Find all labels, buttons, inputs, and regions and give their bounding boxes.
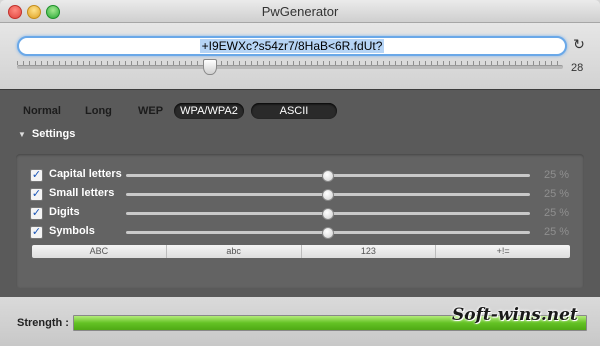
tab-wep[interactable]: WEP [138,103,163,119]
length-slider[interactable] [17,59,563,75]
title-bar: PwGenerator [0,0,600,23]
strength-area: Strength : Soft-wins.net [0,297,600,346]
digits-slider[interactable] [126,208,530,220]
capital-letters-slider[interactable] [126,170,530,182]
char-set-strip: ABC abc 123 +!= [32,245,570,258]
setting-label: Capital letters [49,168,122,180]
tab-ascii[interactable]: ASCII [251,103,337,119]
disclosure-triangle-icon: ▼ [18,130,26,139]
generator-area: +I9EWXc?s54zr7/8HaB<6R.fdUt? ↻ 28 [0,23,600,89]
length-slider-thumb[interactable] [203,59,218,75]
length-value: 28 [571,62,584,74]
settings-disclosure[interactable]: ▼ Settings [18,128,75,140]
symbols-checkbox[interactable]: ✓ [30,226,43,239]
strength-label: Strength : [17,317,69,329]
setting-percent: 25 % [544,188,570,200]
window-title: PwGenerator [261,4,339,19]
setting-row-capital: ✓ Capital letters 25 % [30,167,578,183]
setting-percent: 25 % [544,169,570,181]
watermark: Soft-wins.net [452,305,578,325]
small-letters-slider[interactable] [126,189,530,201]
settings-box: ✓ Capital letters 25 % ✓ Small letters 2… [16,154,584,288]
char-set-uppercase[interactable]: ABC [32,245,166,258]
char-set-digits[interactable]: 123 [300,245,436,258]
slider-thumb[interactable] [322,227,334,239]
slider-thumb[interactable] [322,189,334,201]
digits-checkbox[interactable]: ✓ [30,207,43,220]
setting-row-digits: ✓ Digits 25 % [30,205,578,221]
symbols-slider[interactable] [126,227,530,239]
slider-thumb[interactable] [322,208,334,220]
setting-row-small: ✓ Small letters 25 % [30,186,578,202]
small-letters-checkbox[interactable]: ✓ [30,188,43,201]
length-slider-track [17,65,563,69]
tab-normal[interactable]: Normal [23,103,61,119]
char-set-symbols[interactable]: +!= [435,245,570,258]
password-value: +I9EWXc?s54zr7/8HaB<6R.fdUt? [199,39,385,53]
setting-label: Symbols [49,225,95,237]
setting-label: Digits [49,206,80,218]
options-panel: Normal Long WEP WPA/WPA2 ASCII ▼ Settings… [0,89,600,298]
tab-long[interactable]: Long [85,103,112,119]
tab-wpa[interactable]: WPA/WPA2 [174,103,244,119]
capital-letters-checkbox[interactable]: ✓ [30,169,43,182]
char-set-lowercase[interactable]: abc [165,245,301,258]
settings-title: Settings [31,128,76,140]
slider-thumb[interactable] [322,170,334,182]
password-field[interactable]: +I9EWXc?s54zr7/8HaB<6R.fdUt? [17,36,567,56]
setting-row-symbols: ✓ Symbols 25 % [30,224,578,240]
setting-label: Small letters [49,187,115,199]
setting-percent: 25 % [544,207,570,219]
setting-percent: 25 % [544,226,570,238]
refresh-icon[interactable]: ↻ [572,36,586,52]
